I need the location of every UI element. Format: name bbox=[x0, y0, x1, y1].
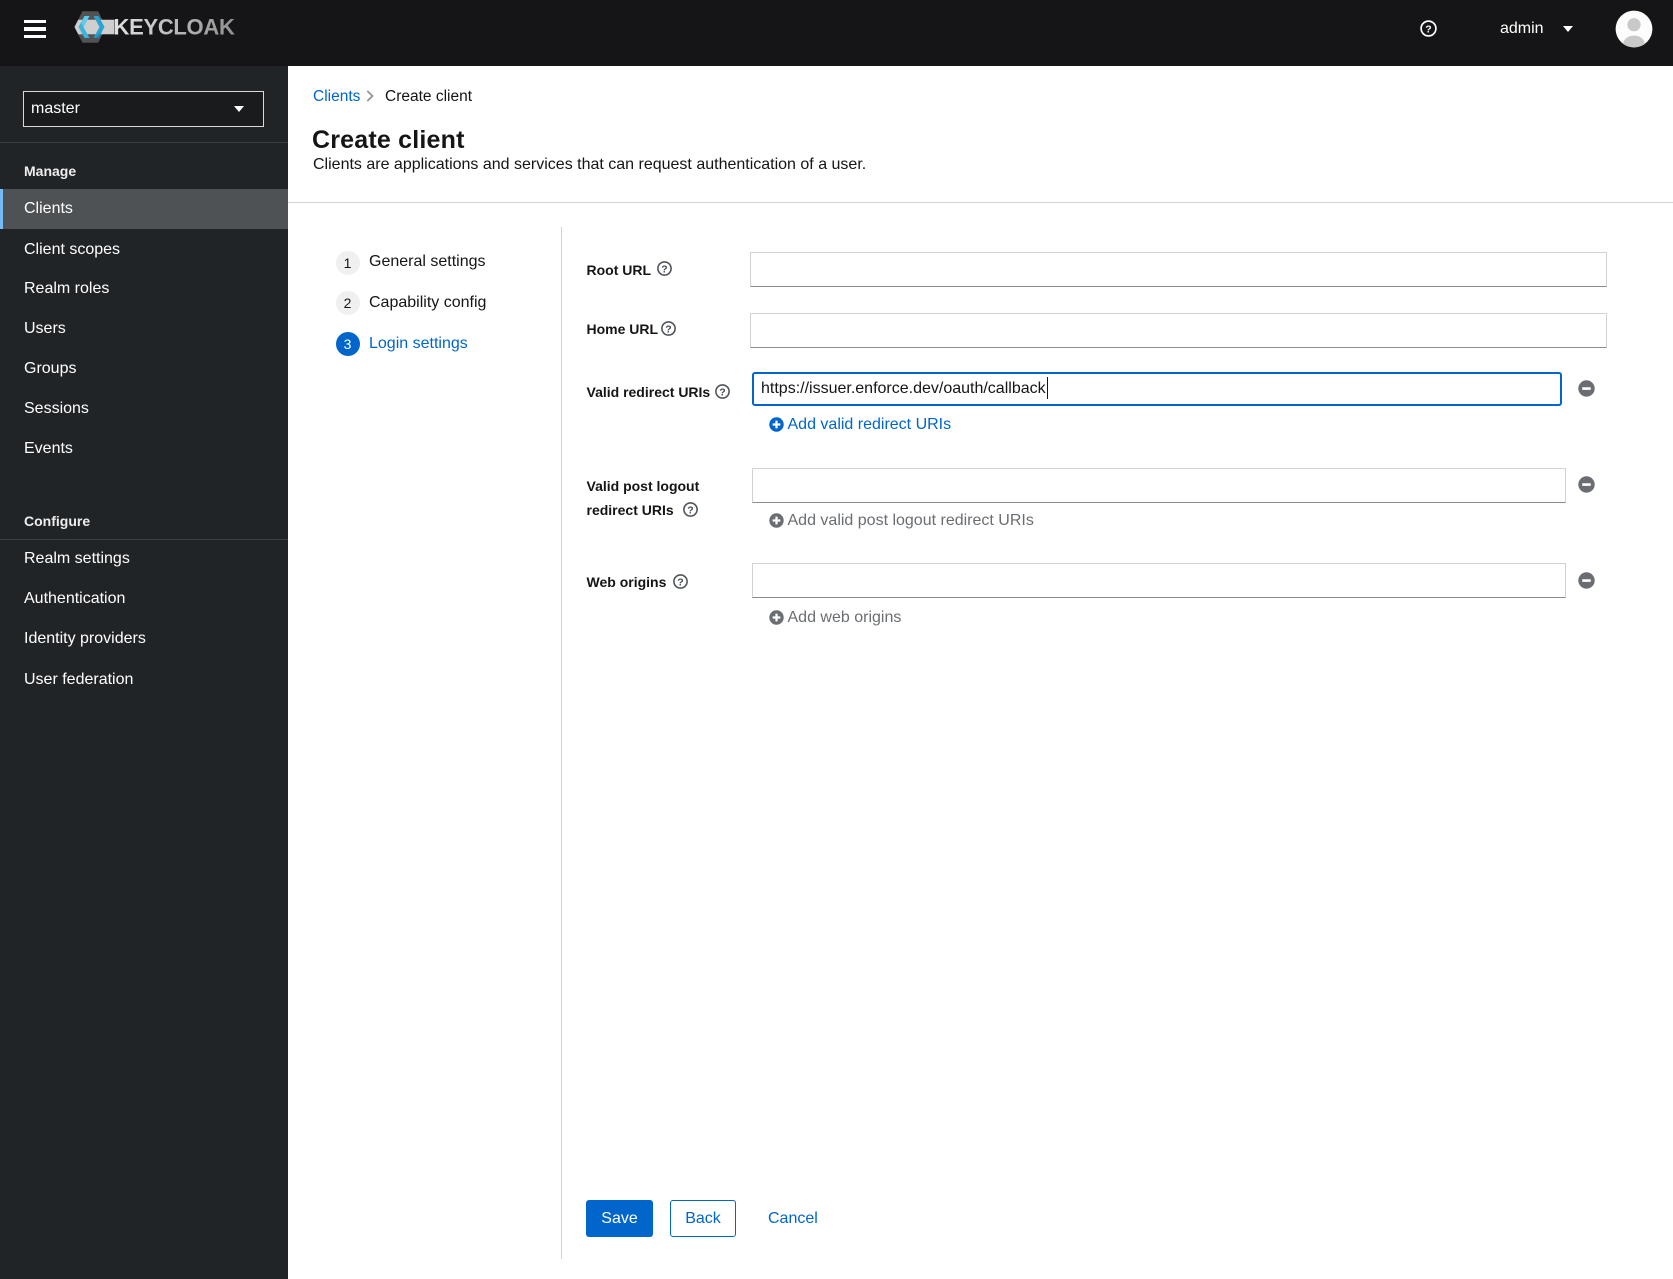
svg-text:?: ? bbox=[665, 323, 671, 335]
svg-text:?: ? bbox=[661, 263, 667, 275]
svg-text:?: ? bbox=[687, 504, 693, 516]
svg-text:?: ? bbox=[677, 576, 683, 588]
svg-text:?: ? bbox=[719, 386, 725, 398]
svg-text:KEYCLOAK: KEYCLOAK bbox=[114, 14, 235, 39]
svg-text:?: ? bbox=[1425, 23, 1431, 35]
